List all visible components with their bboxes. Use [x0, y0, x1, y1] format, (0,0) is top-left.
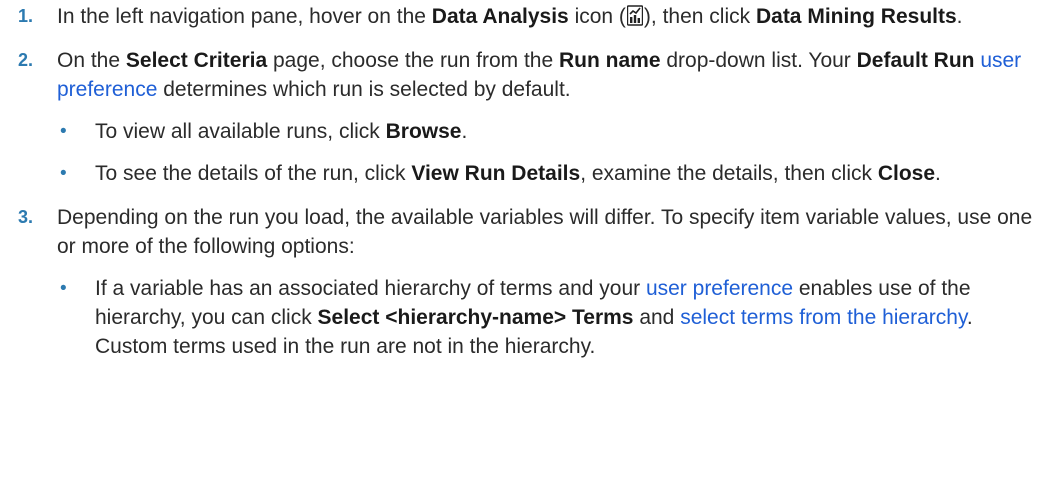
ui-term-close: Close: [877, 162, 936, 185]
step-3: 3. Depending on the run you load, the av…: [0, 203, 1048, 361]
data-analysis-icon: [626, 5, 643, 26]
ui-term-run-name: Run name: [559, 49, 661, 72]
step-2-text: On the Select Criteria page, choose the …: [57, 49, 1022, 101]
bullet: •: [60, 163, 67, 184]
step-number: 2.: [18, 50, 34, 70]
step-2-options: • To view all available runs, click Brow…: [57, 117, 1048, 188]
user-preference-link[interactable]: user preference: [646, 277, 793, 300]
ui-term-data-analysis: Data Analysis: [431, 5, 569, 28]
ui-term-data-mining-results: Data Mining Results: [755, 5, 957, 28]
select-terms-from-hierarchy-link[interactable]: select terms from the hierarchy: [680, 306, 967, 329]
steps-list: 1. In the left navigation pane, hover on…: [0, 2, 1048, 361]
procedure-document: 1. In the left navigation pane, hover on…: [0, 0, 1048, 361]
step-1: 1. In the left navigation pane, hover on…: [0, 2, 1048, 31]
ui-term-browse: Browse: [385, 120, 462, 143]
step-number: 1.: [18, 6, 34, 26]
ui-term-default-run: Default Run: [856, 49, 975, 72]
ui-term-view-run-details: View Run Details: [411, 162, 581, 185]
step-3-text: Depending on the run you load, the avail…: [57, 206, 1033, 258]
ui-term-select-criteria: Select Criteria: [125, 49, 268, 72]
bullet: •: [60, 121, 67, 142]
step-number: 3.: [18, 207, 34, 227]
ui-term-select-hierarchy-terms: Select <hierarchy-name> Terms: [317, 306, 634, 329]
step-1-text: In the left navigation pane, hover on th…: [57, 5, 963, 28]
step-3-options: • If a variable has an associated hierar…: [57, 274, 1048, 361]
bullet: •: [60, 278, 67, 299]
option-view-run-details: • To see the details of the run, click V…: [57, 159, 1048, 188]
option-hierarchy: • If a variable has an associated hierar…: [57, 274, 1048, 361]
option-browse: • To view all available runs, click Brow…: [57, 117, 1048, 146]
step-2: 2. On the Select Criteria page, choose t…: [0, 46, 1048, 188]
